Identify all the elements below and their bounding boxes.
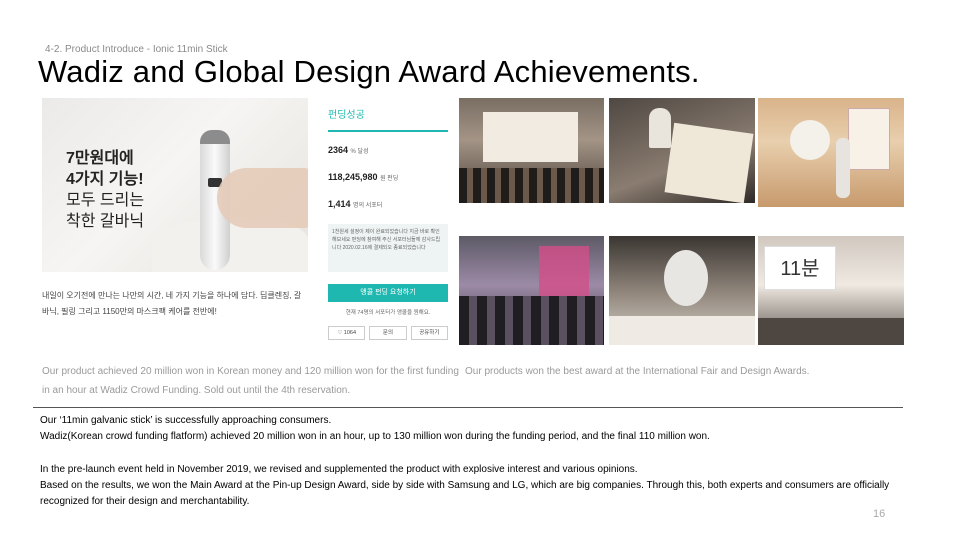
trophy xyxy=(649,108,671,148)
body-line: Our ‘11min galvanic stick’ is successful… xyxy=(40,415,332,426)
exhibition-booth-photo xyxy=(459,236,604,345)
like-button[interactable]: ♡ 1064 xyxy=(328,326,366,340)
wadiz-caption: Our product achieved 20 million won in K… xyxy=(42,366,459,396)
award-card xyxy=(848,108,890,170)
body-line: In the pre-launch event held in November… xyxy=(40,463,638,475)
hero-headline: 7만원대에 4가지 기능! xyxy=(66,150,144,188)
encore-count-text: 현재 74명의 서포터가 앵콜을 원해요. xyxy=(345,310,431,316)
display-shelf xyxy=(609,316,755,345)
hero-description: 내일이 오기전에 만나는 나만의 시간, 네 가지 기능을 하나에 담다. 딥클… xyxy=(42,291,302,316)
body-line: Wadiz(Korean crowd funding flatform) ach… xyxy=(40,431,710,443)
award-ceremony-photo xyxy=(459,98,604,203)
brand-booth-photo: 11분 xyxy=(758,236,904,345)
hand-image xyxy=(217,168,308,228)
display-mannequin xyxy=(664,250,708,306)
hero-subline: 모두 드리는 착한 갈바닉 xyxy=(66,192,145,230)
audience-silhouettes xyxy=(459,168,604,203)
stage-screen xyxy=(483,112,578,162)
funding-notice: 1천원세 설정이 제이 완료되었습니다 지금 바로 확인해보세요 펀딩에 참여해… xyxy=(328,224,448,272)
stat-percent: 2364 % 달성 xyxy=(328,145,369,155)
stat-supporters: 1,414 명의 서포터 xyxy=(328,199,383,209)
awards-caption: Our products won the best award at the I… xyxy=(465,366,810,377)
visitor-crowd xyxy=(459,296,604,345)
funding-divider xyxy=(328,130,448,132)
certificate xyxy=(664,122,754,203)
award-display-photo xyxy=(758,98,904,207)
page-number: 16 xyxy=(873,508,886,520)
trophy-certificate-photo xyxy=(609,98,755,203)
stat-amount: 118,245,980 원 펀딩 xyxy=(328,172,399,182)
page-title: Wadiz and Global Design Award Achievemen… xyxy=(38,54,700,89)
product-hero-image: 7만원대에 4가지 기능! 모두 드리는 착한 갈바닉 xyxy=(42,98,308,272)
body-line: Based on the results, we won the Main Aw… xyxy=(40,479,890,508)
encore-funding-button[interactable]: 앵콜 펀딩 요청하기 xyxy=(328,284,448,302)
lamp-shape xyxy=(790,120,830,160)
product-stick xyxy=(836,138,850,198)
brand-logo-text: 11분 xyxy=(780,258,820,280)
wadiz-screenshot: 7만원대에 4가지 기능! 모두 드리는 착한 갈바닉 내일이 오기전에 만나는… xyxy=(42,98,454,348)
brand-logo-sign: 11분 xyxy=(764,246,836,290)
funding-action-buttons: ♡ 1064 문의 공유하기 xyxy=(328,326,448,340)
share-button[interactable]: 공유하기 xyxy=(410,326,448,340)
funding-panel: 펀딩성공 2364 % 달성 118,245,980 원 펀딩 1,414 명의… xyxy=(328,98,454,348)
product-display-photo xyxy=(609,236,755,345)
funding-title: 펀딩성공 xyxy=(328,110,365,121)
inquiry-button[interactable]: 문의 xyxy=(369,326,407,340)
device-cap xyxy=(200,130,230,144)
body-text: Our ‘11min galvanic stick’ is successful… xyxy=(40,413,920,510)
booth-table xyxy=(758,318,904,345)
divider-line xyxy=(33,407,903,408)
